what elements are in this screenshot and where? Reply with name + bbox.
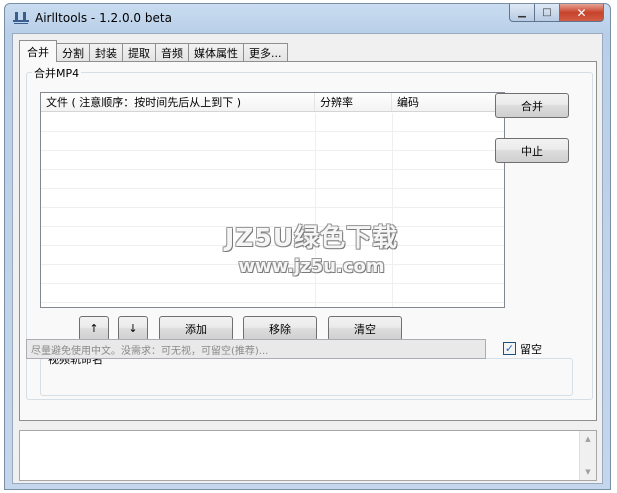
tab-strip: 合并 分割 封装 提取 音频 媒体属性 更多... bbox=[19, 40, 288, 62]
track-name-group: 视频轨命名 bbox=[40, 351, 573, 396]
move-down-button[interactable]: ↓ bbox=[118, 316, 148, 341]
add-button[interactable]: 添加 bbox=[159, 316, 233, 341]
merge-tab-panel: 合并MP4 文件 ( 注意顺序：按时间先后从上到下 ) 分辨率 编码 合并 中止… bbox=[19, 61, 597, 421]
column-header-file[interactable]: 文件 ( 注意顺序：按时间先后从上到下 ) bbox=[41, 93, 315, 111]
minimize-icon: ▁ bbox=[518, 7, 526, 18]
window-title: Airlltools - 1.2.0.0 beta bbox=[35, 11, 172, 25]
column-divider bbox=[392, 113, 393, 307]
leave-empty-label: 留空 bbox=[520, 343, 542, 356]
move-up-button[interactable]: ↑ bbox=[79, 316, 109, 341]
log-output[interactable]: ▲ ▼ bbox=[19, 430, 597, 481]
app-window: Airlltools - 1.2.0.0 beta ▁ □ ✕ 合并 分割 封装… bbox=[4, 3, 611, 490]
maximize-button[interactable]: □ bbox=[535, 4, 560, 22]
checkmark-icon: ✓ bbox=[504, 342, 515, 355]
scroll-up-icon[interactable]: ▲ bbox=[580, 431, 596, 447]
tab-split[interactable]: 分割 bbox=[56, 43, 90, 62]
tab-media-info[interactable]: 媒体属性 bbox=[188, 43, 244, 62]
tab-more[interactable]: 更多... bbox=[243, 43, 288, 62]
tab-extract[interactable]: 提取 bbox=[122, 43, 156, 62]
title-bar[interactable]: Airlltools - 1.2.0.0 beta ▁ □ ✕ bbox=[5, 4, 610, 32]
tab-merge[interactable]: 合并 bbox=[19, 40, 57, 62]
column-divider bbox=[315, 113, 316, 307]
arrow-up-icon: ↑ bbox=[89, 322, 99, 335]
track-name-input[interactable]: 尽量避免使用中文。没需求：可无视，可留空(推荐)... bbox=[26, 339, 486, 359]
column-header-resolution[interactable]: 分辨率 bbox=[315, 93, 392, 111]
close-icon: ✕ bbox=[576, 5, 587, 20]
log-scrollbar[interactable]: ▲ ▼ bbox=[579, 431, 596, 480]
arrow-down-icon: ↓ bbox=[128, 322, 138, 335]
app-logo-icon bbox=[13, 12, 29, 24]
clear-button[interactable]: 清空 bbox=[328, 316, 402, 341]
minimize-button[interactable]: ▁ bbox=[509, 4, 535, 22]
window-controls: ▁ □ ✕ bbox=[509, 4, 604, 22]
close-button[interactable]: ✕ bbox=[560, 4, 604, 22]
file-list-body[interactable] bbox=[41, 113, 504, 307]
merge-mp4-group-label: 合并MP4 bbox=[32, 65, 82, 81]
tab-audio[interactable]: 音频 bbox=[155, 43, 189, 62]
file-list-header: 文件 ( 注意顺序：按时间先后从上到下 ) 分辨率 编码 bbox=[41, 93, 504, 112]
column-header-codec[interactable]: 编码 bbox=[392, 93, 504, 111]
tab-mux[interactable]: 封装 bbox=[89, 43, 123, 62]
file-list[interactable]: 文件 ( 注意顺序：按时间先后从上到下 ) 分辨率 编码 bbox=[40, 92, 505, 308]
remove-button[interactable]: 移除 bbox=[243, 316, 317, 341]
merge-button[interactable]: 合并 bbox=[495, 93, 569, 118]
maximize-icon: □ bbox=[542, 7, 552, 18]
scroll-down-icon[interactable]: ▼ bbox=[580, 464, 596, 480]
client-area: 合并 分割 封装 提取 音频 媒体属性 更多... 合并MP4 文件 ( 注意顺… bbox=[12, 33, 603, 484]
leave-empty-checkbox[interactable]: ✓ bbox=[503, 342, 516, 355]
abort-button[interactable]: 中止 bbox=[495, 138, 569, 163]
